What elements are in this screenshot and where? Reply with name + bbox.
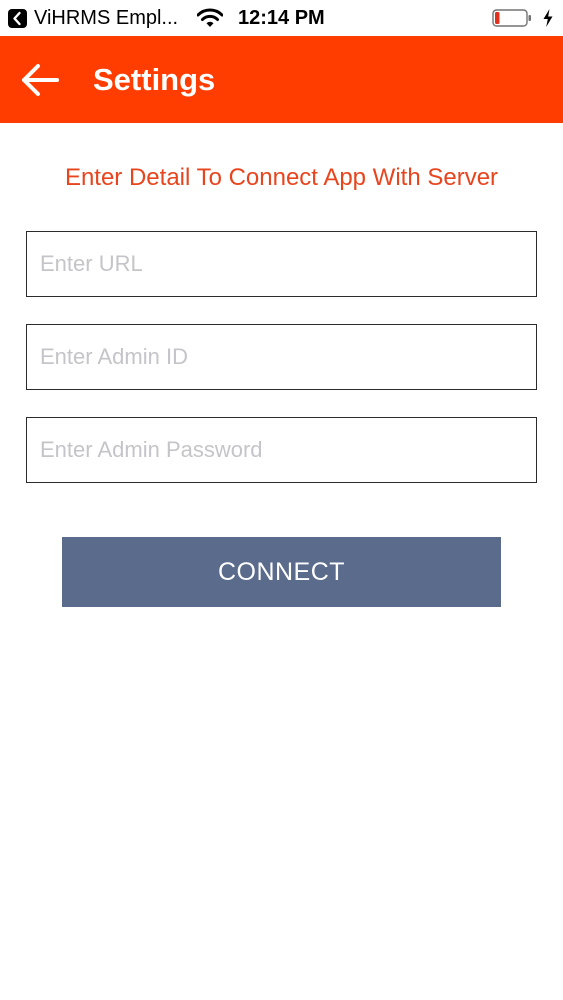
status-time: 12:14 PM bbox=[238, 7, 325, 29]
back-to-app-icon[interactable] bbox=[8, 9, 27, 28]
back-to-app-label[interactable]: ViHRMS Empl... bbox=[34, 6, 178, 30]
admin-id-input[interactable] bbox=[26, 324, 537, 390]
connect-button[interactable]: CONNECT bbox=[62, 537, 501, 607]
app-bar: Settings bbox=[0, 36, 563, 123]
wifi-icon bbox=[196, 8, 224, 33]
page-title: Settings bbox=[93, 62, 216, 97]
connect-instruction: Enter Detail To Connect App With Server bbox=[64, 164, 499, 191]
status-bar: ViHRMS Empl... 12:14 PM bbox=[0, 0, 563, 36]
admin-password-input[interactable] bbox=[26, 417, 537, 483]
charging-bolt-icon bbox=[542, 8, 554, 33]
battery-icon bbox=[492, 8, 532, 28]
url-input[interactable] bbox=[26, 231, 537, 297]
arrow-left-icon[interactable] bbox=[20, 62, 60, 98]
